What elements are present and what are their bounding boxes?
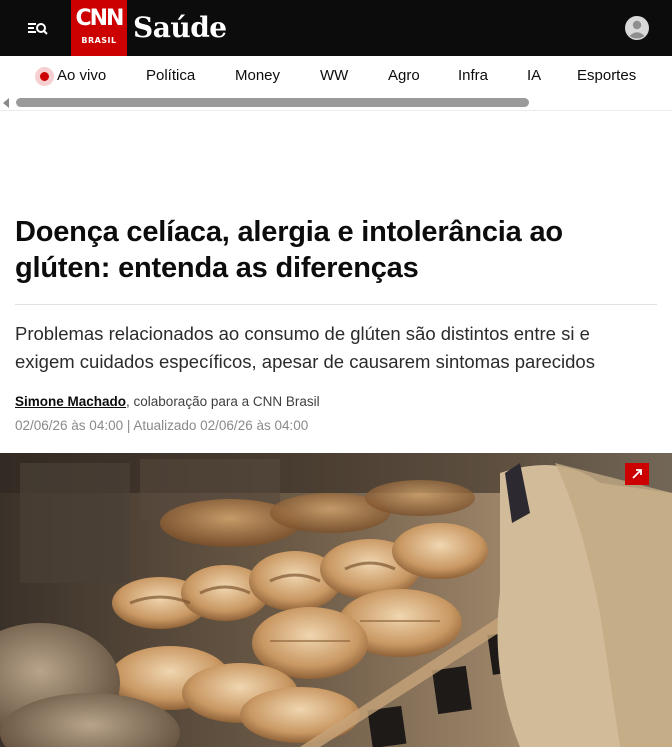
article-headline: Doença celíaca, alergia e intolerância a… [15, 216, 563, 284]
logo-text: CNN [75, 6, 125, 31]
article-dates: 02/06/26 às 04:00 | Atualizado 02/06/26 … [15, 417, 308, 435]
scroll-left-arrow-icon[interactable] [3, 98, 9, 108]
nav-item-politica[interactable]: Política [146, 66, 195, 86]
nav-item-ww[interactable]: WW [320, 66, 348, 86]
byline-affiliation: , colaboração para a CNN Brasil [126, 394, 320, 409]
byline: Simone Machado, colaboração para a CNN B… [15, 393, 320, 411]
user-avatar-icon[interactable] [625, 16, 649, 40]
date-separator: | [123, 418, 134, 433]
nav-item-esportes[interactable]: Esportes [577, 66, 636, 86]
cnn-brasil-logo[interactable]: CNN BRASIL [71, 0, 127, 56]
published-date: 02/06/26 às 04:00 [15, 418, 124, 433]
headline-divider [15, 304, 657, 305]
scrollbar-thumb[interactable] [16, 98, 529, 107]
article-subheadline: Problemas relacionados ao consumo de glú… [15, 323, 595, 372]
logo-subtext: BRASIL [81, 36, 117, 45]
nav-item-agro[interactable]: Agro [388, 66, 420, 86]
top-bar: CNN BRASIL Saúde [0, 0, 672, 56]
section-nav: Ao vivo Política Money WW Agro Infra IA … [0, 56, 672, 96]
author-link[interactable]: Simone Machado [15, 394, 126, 409]
nav-item-ao-vivo[interactable]: Ao vivo [57, 66, 106, 86]
live-dot-icon [40, 72, 49, 81]
nav-item-ia[interactable]: IA [527, 66, 541, 86]
nav-item-money[interactable]: Money [235, 66, 280, 86]
updated-date: Atualizado 02/06/26 às 04:00 [133, 418, 309, 433]
expand-arrow-icon[interactable] [625, 463, 649, 485]
hero-image[interactable] [0, 453, 672, 747]
nav-bottom-border [0, 110, 672, 111]
menu-search-icon[interactable] [26, 18, 50, 38]
section-title[interactable]: Saúde [133, 9, 227, 47]
diagonal-arrow-icon [632, 469, 642, 479]
nav-item-infra[interactable]: Infra [458, 66, 488, 86]
